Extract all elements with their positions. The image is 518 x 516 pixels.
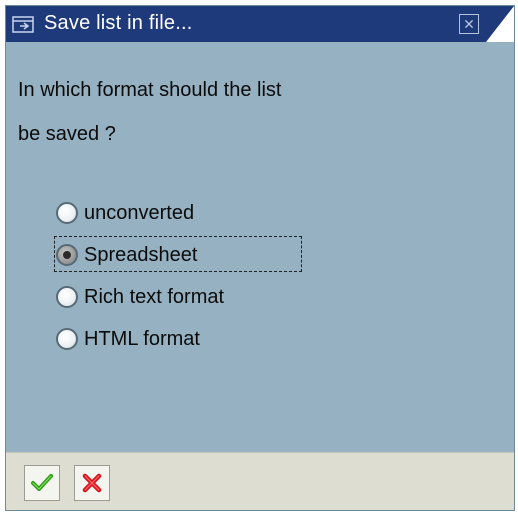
option-label: Spreadsheet xyxy=(84,243,198,266)
radio-dot xyxy=(63,251,71,259)
radio-button-selected[interactable] xyxy=(56,244,78,266)
close-icon[interactable] xyxy=(459,14,479,34)
dialog-title: Save list in file... xyxy=(44,12,193,34)
title-bar[interactable]: Save list in file... xyxy=(6,6,514,42)
option-label: HTML format xyxy=(84,327,200,350)
option-label: unconverted xyxy=(84,201,195,224)
window-icon xyxy=(12,16,34,33)
radio-button[interactable] xyxy=(56,328,78,350)
radio-option-spreadsheet[interactable]: Spreadsheet xyxy=(54,234,302,276)
cancel-icon xyxy=(82,473,102,493)
question-text: In which format should the list be saved… xyxy=(18,68,281,156)
radio-option-unconverted[interactable]: unconverted xyxy=(56,192,224,234)
option-label: Rich text format xyxy=(84,285,225,308)
question-line-1: In which format should the list xyxy=(18,79,282,101)
radio-option-rich-text[interactable]: Rich text format xyxy=(56,276,224,318)
save-list-dialog: Save list in file... In which format sho… xyxy=(5,5,515,511)
radio-option-html[interactable]: HTML format xyxy=(56,318,224,360)
cancel-button[interactable] xyxy=(74,465,110,501)
continue-button[interactable] xyxy=(24,465,60,501)
button-bar xyxy=(6,452,514,510)
format-radio-group: unconverted Spreadsheet Rich text format… xyxy=(54,192,302,360)
radio-button[interactable] xyxy=(56,202,78,224)
question-line-2: be saved ? xyxy=(18,123,116,145)
radio-button[interactable] xyxy=(56,286,78,308)
check-icon xyxy=(31,474,53,491)
